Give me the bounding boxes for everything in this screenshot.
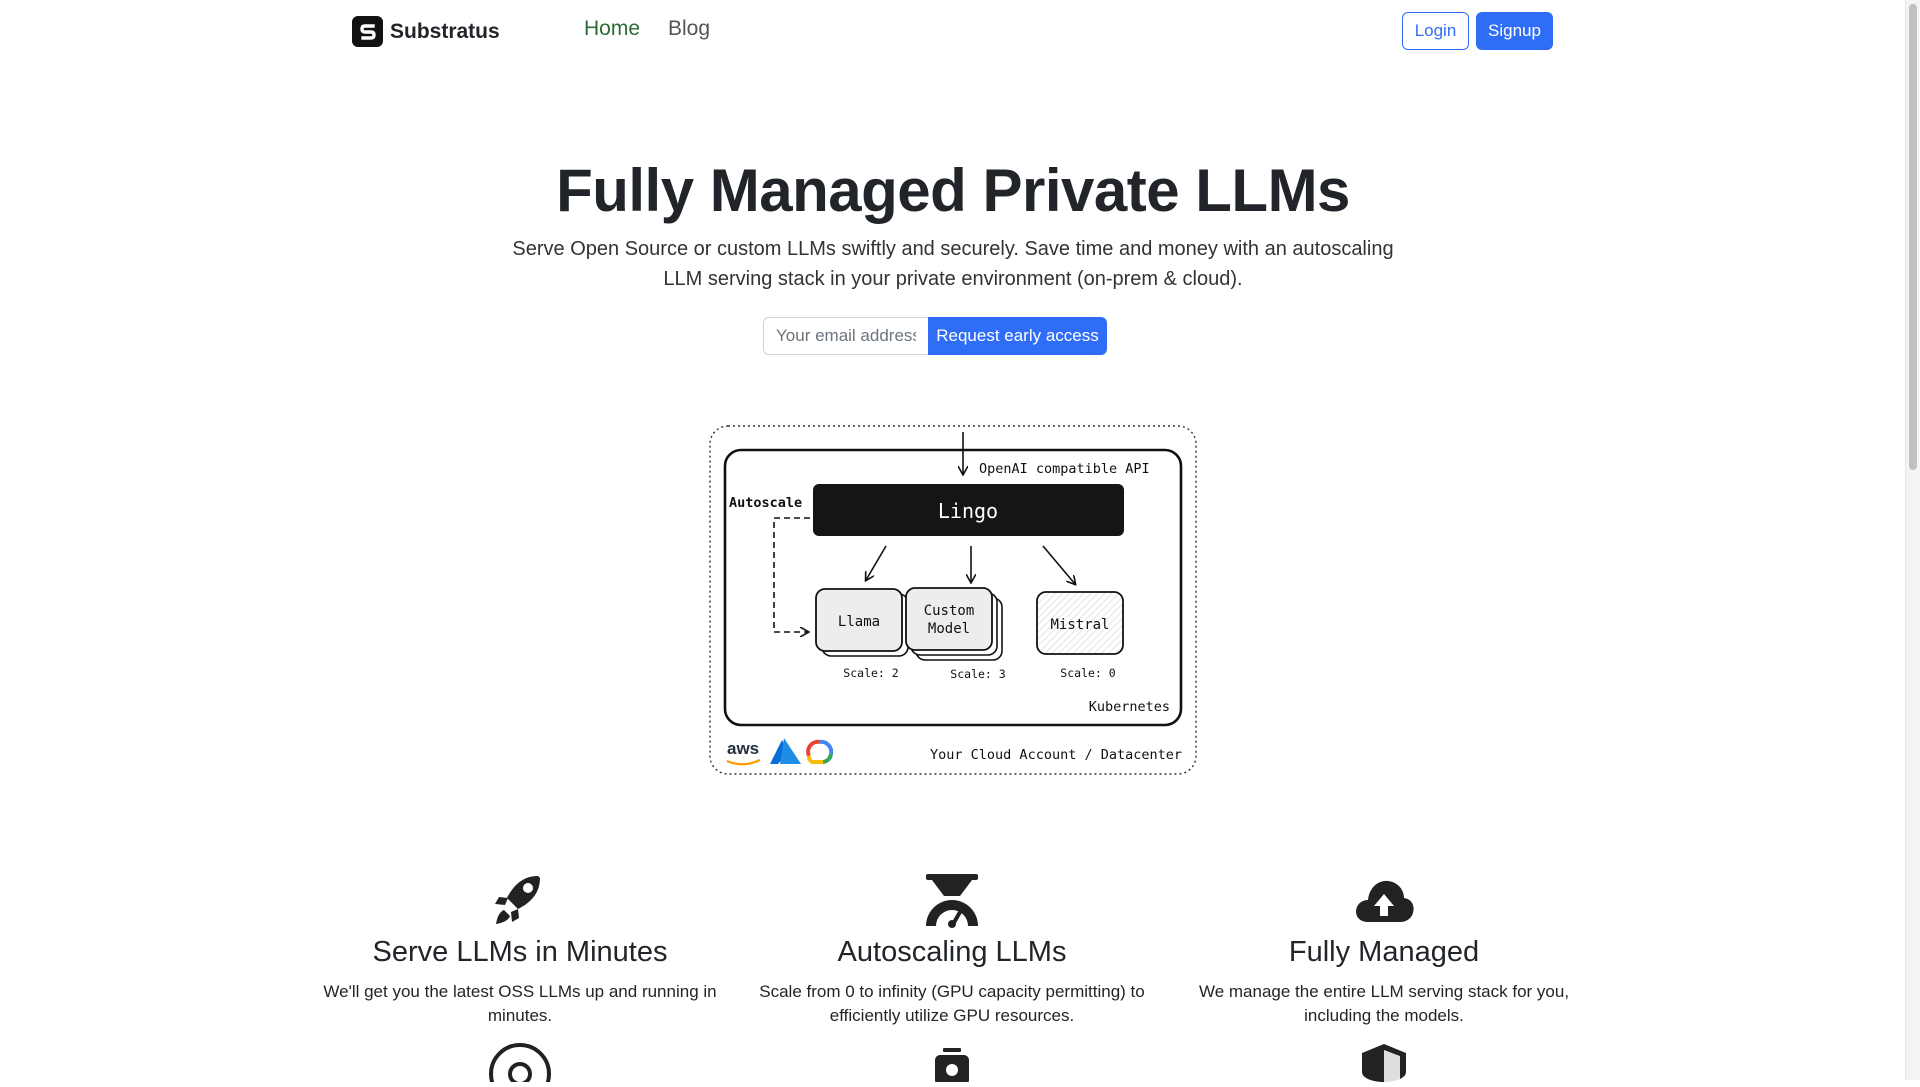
feature-serve-llms: Serve LLMs in Minutes We'll get you the …	[310, 872, 730, 1028]
page-scrollbar[interactable]	[1905, 0, 1920, 1080]
autoscale-label: Autoscale	[729, 495, 802, 511]
azure-icon	[770, 738, 801, 764]
signup-button[interactable]: Signup	[1476, 12, 1553, 50]
cloud-upload-icon	[1352, 872, 1416, 928]
kubernetes-label: Kubernetes	[1089, 699, 1170, 715]
api-label: OpenAI compatible API	[979, 461, 1150, 477]
substratus-logo-icon	[352, 16, 383, 47]
custom-model-scale: Scale: 3	[950, 667, 1005, 681]
feature-text: We'll get you the latest OSS LLMs up and…	[323, 982, 717, 1025]
cloud-account-label: Your Cloud Account / Datacenter	[930, 747, 1182, 763]
architecture-diagram: OpenAI compatible API Lingo Autoscale Ll…	[708, 424, 1198, 776]
lingo-label: Lingo	[938, 499, 998, 523]
feature-title: Autoscaling LLMs	[837, 936, 1067, 968]
feature-title: Fully Managed	[1288, 936, 1480, 968]
early-access-form: Request early access	[763, 317, 1107, 355]
llama-label: Llama	[838, 614, 880, 630]
feature-title: Serve LLMs in Minutes	[372, 936, 668, 968]
rocket-icon	[488, 872, 552, 928]
user-badge-icon	[920, 1042, 984, 1085]
scrollbar-thumb[interactable]	[1909, 4, 1917, 470]
shield-icon	[1352, 1042, 1416, 1082]
target-icon	[488, 1042, 552, 1087]
google-cloud-icon	[806, 739, 834, 764]
svg-text:aws: aws	[727, 739, 759, 758]
feature-text: Scale from 0 to infinity (GPU capacity p…	[759, 982, 1145, 1025]
scale-gauge-icon	[920, 872, 984, 928]
mistral-label: Mistral	[1050, 617, 1109, 633]
nav-home-link[interactable]: Home	[584, 17, 640, 41]
login-button[interactable]: Login	[1402, 12, 1469, 50]
request-access-button[interactable]: Request early access	[928, 317, 1107, 355]
brand-name: Substratus	[390, 19, 500, 43]
aws-icon: aws	[726, 739, 761, 766]
custom-model-label-1: Custom	[924, 603, 975, 619]
brand-link[interactable]: Substratus	[352, 16, 500, 47]
custom-model-label-2: Model	[928, 621, 970, 637]
feature-fully-managed: Fully Managed We manage the entire LLM s…	[1174, 872, 1594, 1028]
nav-blog-link[interactable]: Blog	[668, 17, 710, 41]
email-input[interactable]	[763, 317, 928, 355]
custom-model-box	[905, 587, 993, 651]
hero-title: Fully Managed Private LLMs	[556, 157, 1350, 224]
mistral-scale: Scale: 0	[1060, 666, 1115, 680]
navbar: Substratus Home Blog Login Signup	[0, 0, 1906, 62]
llama-scale: Scale: 2	[843, 666, 898, 680]
feature-autoscaling: Autoscaling LLMs Scale from 0 to infinit…	[742, 872, 1162, 1028]
hero-subtitle: Serve Open Source or custom LLMs swiftly…	[512, 238, 1394, 290]
feature-text: We manage the entire LLM serving stack f…	[1198, 982, 1570, 1025]
